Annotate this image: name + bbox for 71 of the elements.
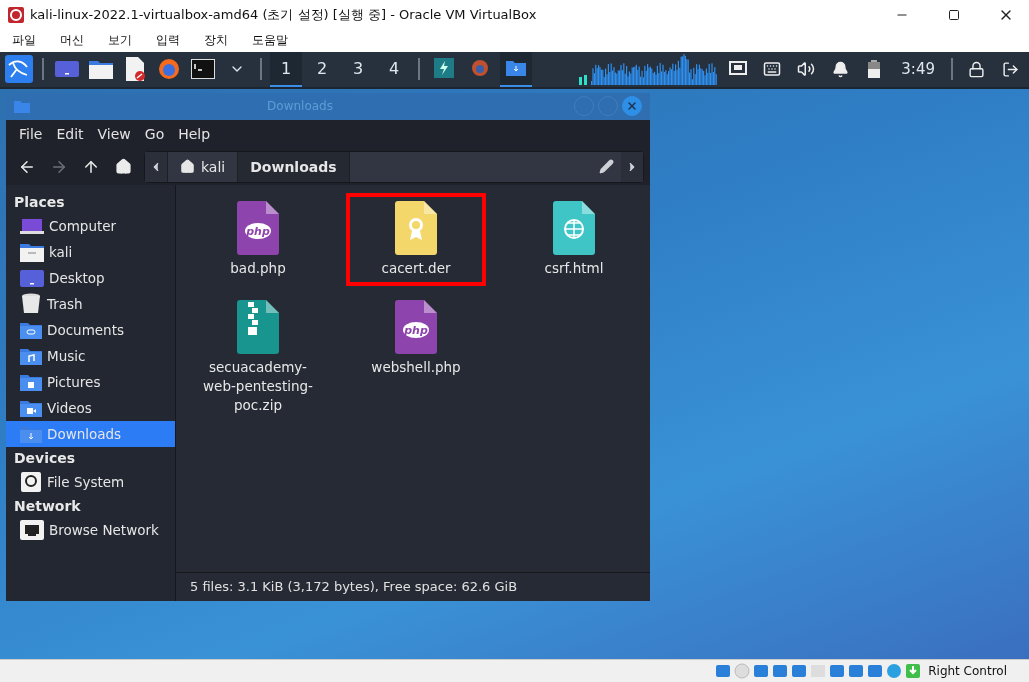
sidebar-item[interactable]: Pictures [6,368,175,395]
close-icon [626,100,638,113]
sidebar-item[interactable]: Videos [6,394,175,421]
menu-item[interactable]: Go [137,126,172,143]
bolt-app-icon [434,58,454,79]
file-tile[interactable]: secuacademy-web-pentesting-poc.zip [188,291,328,423]
web-file-icon [553,200,595,255]
menu-item[interactable]: 도움말 [244,32,296,50]
home-icon [114,158,132,176]
workspace-button[interactable]: 1 [270,51,302,87]
pencil-icon [598,159,614,175]
menu-item[interactable]: 파일 [4,32,44,50]
path-button[interactable]: Downloads [237,151,349,182]
optical-disc-icon [734,663,751,679]
workspace-button[interactable]: 4 [378,51,410,87]
clock[interactable]: 3:49 [901,60,935,79]
menu-item[interactable]: View [90,126,138,143]
maximize-icon [948,9,960,21]
sidebar-heading: Devices [13,448,77,468]
browser-icon [470,58,490,79]
downloads-folder-icon [20,424,42,443]
downloads-folder-icon [506,60,526,77]
archive-file-icon [237,299,279,354]
workspace-button[interactable]: 2 [306,51,338,87]
php-file-icon: php [237,200,279,255]
file-tile[interactable]: csrf.html [504,192,644,286]
documents-folder-icon [20,320,42,339]
music-folder-icon [20,346,42,365]
network-port-icon [20,519,44,540]
menu-item[interactable]: File [12,126,50,143]
pictures-folder-icon [20,372,42,391]
taskbar-window-button[interactable] [500,51,532,87]
menu-item[interactable]: 장치 [196,32,236,50]
sidebar-item[interactable]: Trash [6,290,175,317]
status-text: 5 files: 3.1 KiB (3,172 bytes), Free space: 62.6 GiB [190,579,518,595]
php-file-icon: php [395,299,437,354]
dragon-logo-icon[interactable] [4,54,34,85]
laptop-icon [20,216,44,235]
trash-icon [20,292,42,315]
drive-icon [20,470,42,493]
file-tile[interactable]: cacert.der [346,192,486,286]
host-key-label: Right Control [928,664,1007,678]
scroll-right-button[interactable] [621,151,643,182]
close-button[interactable] [622,96,642,117]
home-icon [180,159,195,175]
sidebar-item[interactable]: Music [6,342,175,369]
menu-item[interactable]: Help [171,126,218,143]
sidebar-item[interactable]: Documents [6,316,175,343]
folder-icon [14,99,30,113]
sidebar-item[interactable]: kali [6,238,175,265]
menu-item[interactable]: 머신 [52,32,92,50]
sidebar-heading: Places [13,192,66,212]
sidebar-item[interactable]: Browse Network [6,516,175,543]
keyboard-capture-icon [905,663,922,679]
app-logo-icon [8,7,24,23]
window-title: kali-linux-2022.1-virtualbox-amd64 (초기 설정) [실행 중] - Oracle VM VirtualBox [30,6,538,24]
scroll-left-button[interactable] [145,151,167,182]
menu-item[interactable]: 입력 [148,32,188,50]
menu-item[interactable]: Edit [49,126,91,143]
home-folder-icon [20,241,44,262]
sidebar-item[interactable]: File System [6,468,175,495]
desktop-folder-icon [20,267,44,288]
certificate-file-icon [395,200,437,255]
sidebar-item[interactable]: Desktop [6,264,175,291]
videos-folder-icon [20,398,42,417]
file-tile[interactable]: php webshell.php [346,291,486,423]
menu-item[interactable]: 보기 [100,32,140,50]
sidebar-heading: Network [13,496,82,516]
sidebar-item[interactable]: Computer [6,212,175,239]
file-tile[interactable]: php bad.php [188,192,328,286]
workspace-button[interactable]: 3 [342,51,374,87]
